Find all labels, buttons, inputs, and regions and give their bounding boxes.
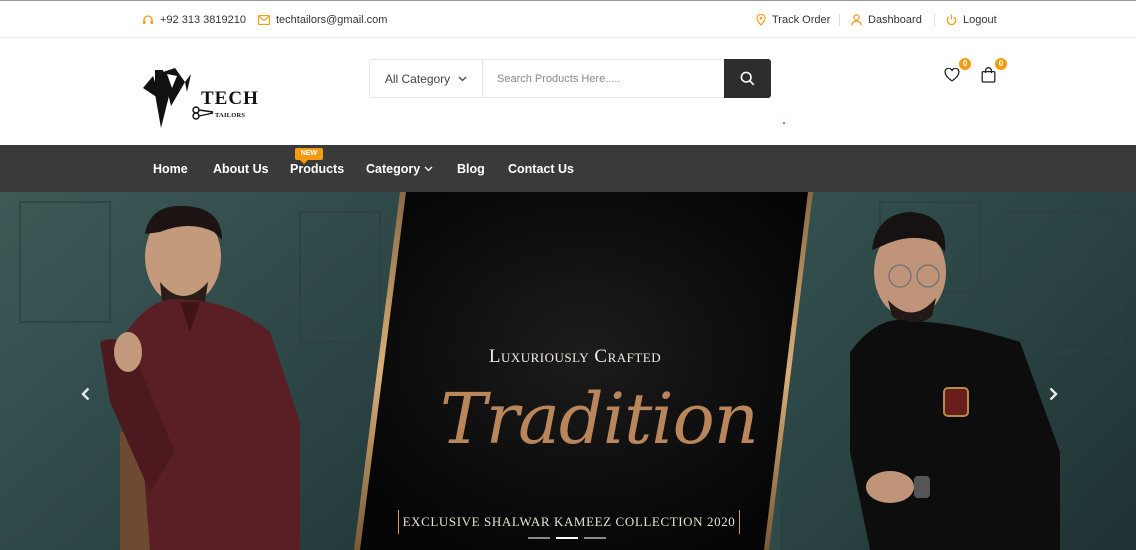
headset-icon (143, 14, 153, 24)
logo-text: TECH (201, 88, 259, 109)
divider (839, 14, 840, 26)
category-select[interactable]: All Category (370, 60, 483, 97)
slider-next-arrow[interactable] (1046, 386, 1060, 402)
site-logo[interactable]: TECH TAILORS (141, 66, 266, 130)
chevron-down-icon (458, 76, 467, 81)
chevron-right-icon (1049, 387, 1058, 401)
wishlist-count-badge: 0 (959, 58, 971, 70)
track-order-link[interactable]: Track Order (756, 1, 830, 38)
search-input[interactable] (483, 60, 724, 97)
chevron-down-icon (424, 166, 433, 171)
search-bar: All Category (369, 59, 771, 98)
logout-label: Logout (963, 13, 997, 26)
search-icon (740, 71, 755, 86)
logo-subtext: TAILORS (215, 112, 245, 119)
envelope-icon (258, 14, 270, 25)
slider-dot-2[interactable] (556, 537, 578, 539)
hero-subtitle-frame: EXCLUSIVE SHALWAR KAMEEZ COLLECTION 2020 (398, 510, 740, 534)
phone-contact[interactable]: +92 313 3819210 (142, 1, 246, 38)
category-select-value: All Category (384, 71, 451, 86)
decorative-dot (783, 122, 785, 124)
email-address: techtailors@gmail.com (276, 13, 388, 26)
chevron-left-icon (80, 387, 89, 401)
nav-contact-us[interactable]: Contact Us (508, 145, 574, 192)
divider (934, 14, 935, 26)
slider-dot-3[interactable] (584, 537, 606, 539)
cart-count-badge: 0 (995, 58, 1007, 70)
hero-slider: Luxuriously Crafted Tradition EXCLUSIVE … (0, 192, 1136, 550)
heart-icon (944, 68, 960, 82)
nav-about-us[interactable]: About Us (213, 145, 269, 192)
wishlist-button[interactable]: 0 (941, 58, 971, 86)
logout-link[interactable]: Logout (946, 1, 997, 38)
main-navigation: Home About Us NEW Products Category Blog… (0, 145, 1136, 192)
dashboard-label: Dashboard (868, 13, 922, 26)
cart-button[interactable]: 0 (977, 58, 1007, 86)
location-pin-icon (756, 13, 766, 26)
nav-category[interactable]: Category (366, 145, 433, 192)
phone-number: +92 313 3819210 (160, 13, 246, 26)
dashboard-link[interactable]: Dashboard (851, 1, 922, 38)
top-bar: +92 313 3819210 techtailors@gmail.com Tr… (0, 0, 1136, 38)
shopping-bag-icon (981, 67, 995, 83)
hero-kicker-text: Luxuriously Crafted (488, 346, 662, 367)
email-contact[interactable]: techtailors@gmail.com (258, 1, 387, 38)
hero-banner-image (0, 192, 1136, 550)
main-header: TECH TAILORS All Category 0 0 (0, 38, 1136, 145)
user-icon (851, 13, 862, 25)
search-button[interactable] (724, 59, 771, 98)
power-icon (946, 14, 957, 25)
slider-dot-1[interactable] (528, 537, 550, 539)
nav-products[interactable]: Products (290, 145, 344, 192)
tailor-logo-icon: TECH TAILORS (143, 68, 259, 128)
track-order-label: Track Order (772, 13, 831, 26)
nav-home[interactable]: Home (153, 145, 188, 192)
nav-category-label: Category (366, 161, 421, 176)
hero-subtitle: EXCLUSIVE SHALWAR KAMEEZ COLLECTION 2020 (402, 514, 736, 529)
nav-blog[interactable]: Blog (457, 145, 485, 192)
hero-kicker: Luxuriously Crafted (460, 346, 690, 368)
hero-title: Tradition (440, 378, 759, 460)
slider-prev-arrow[interactable] (78, 386, 92, 402)
slider-pagination (528, 537, 606, 539)
